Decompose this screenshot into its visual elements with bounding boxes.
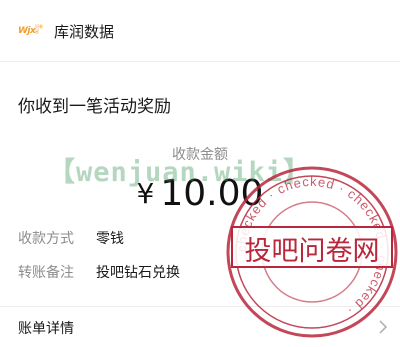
logo-subtext: 问卷星	[35, 24, 43, 34]
detail-value: 零钱	[96, 231, 124, 247]
app-logo: Wjx 问卷星	[18, 24, 45, 39]
app-name: 库润数据	[54, 23, 115, 41]
detail-value: 投吧钻石兑换	[96, 265, 180, 281]
logo-mark: Wjx	[18, 26, 36, 36]
detail-key: 收款方式	[18, 231, 74, 247]
detail-key: 转账备注	[18, 265, 74, 281]
payment-notification: { "header": { "logo_main": "Wjx", "logo_…	[0, 0, 400, 347]
checked-stamp: checked · checked · checked · checked · …	[224, 164, 400, 340]
notice-title: 你收到一笔活动奖励	[18, 97, 171, 117]
bill-detail-label: 账单详情	[18, 321, 74, 337]
stamp-label: 投吧问卷网	[244, 236, 380, 267]
header: Wjx 问卷星 库润数据	[0, 0, 400, 62]
